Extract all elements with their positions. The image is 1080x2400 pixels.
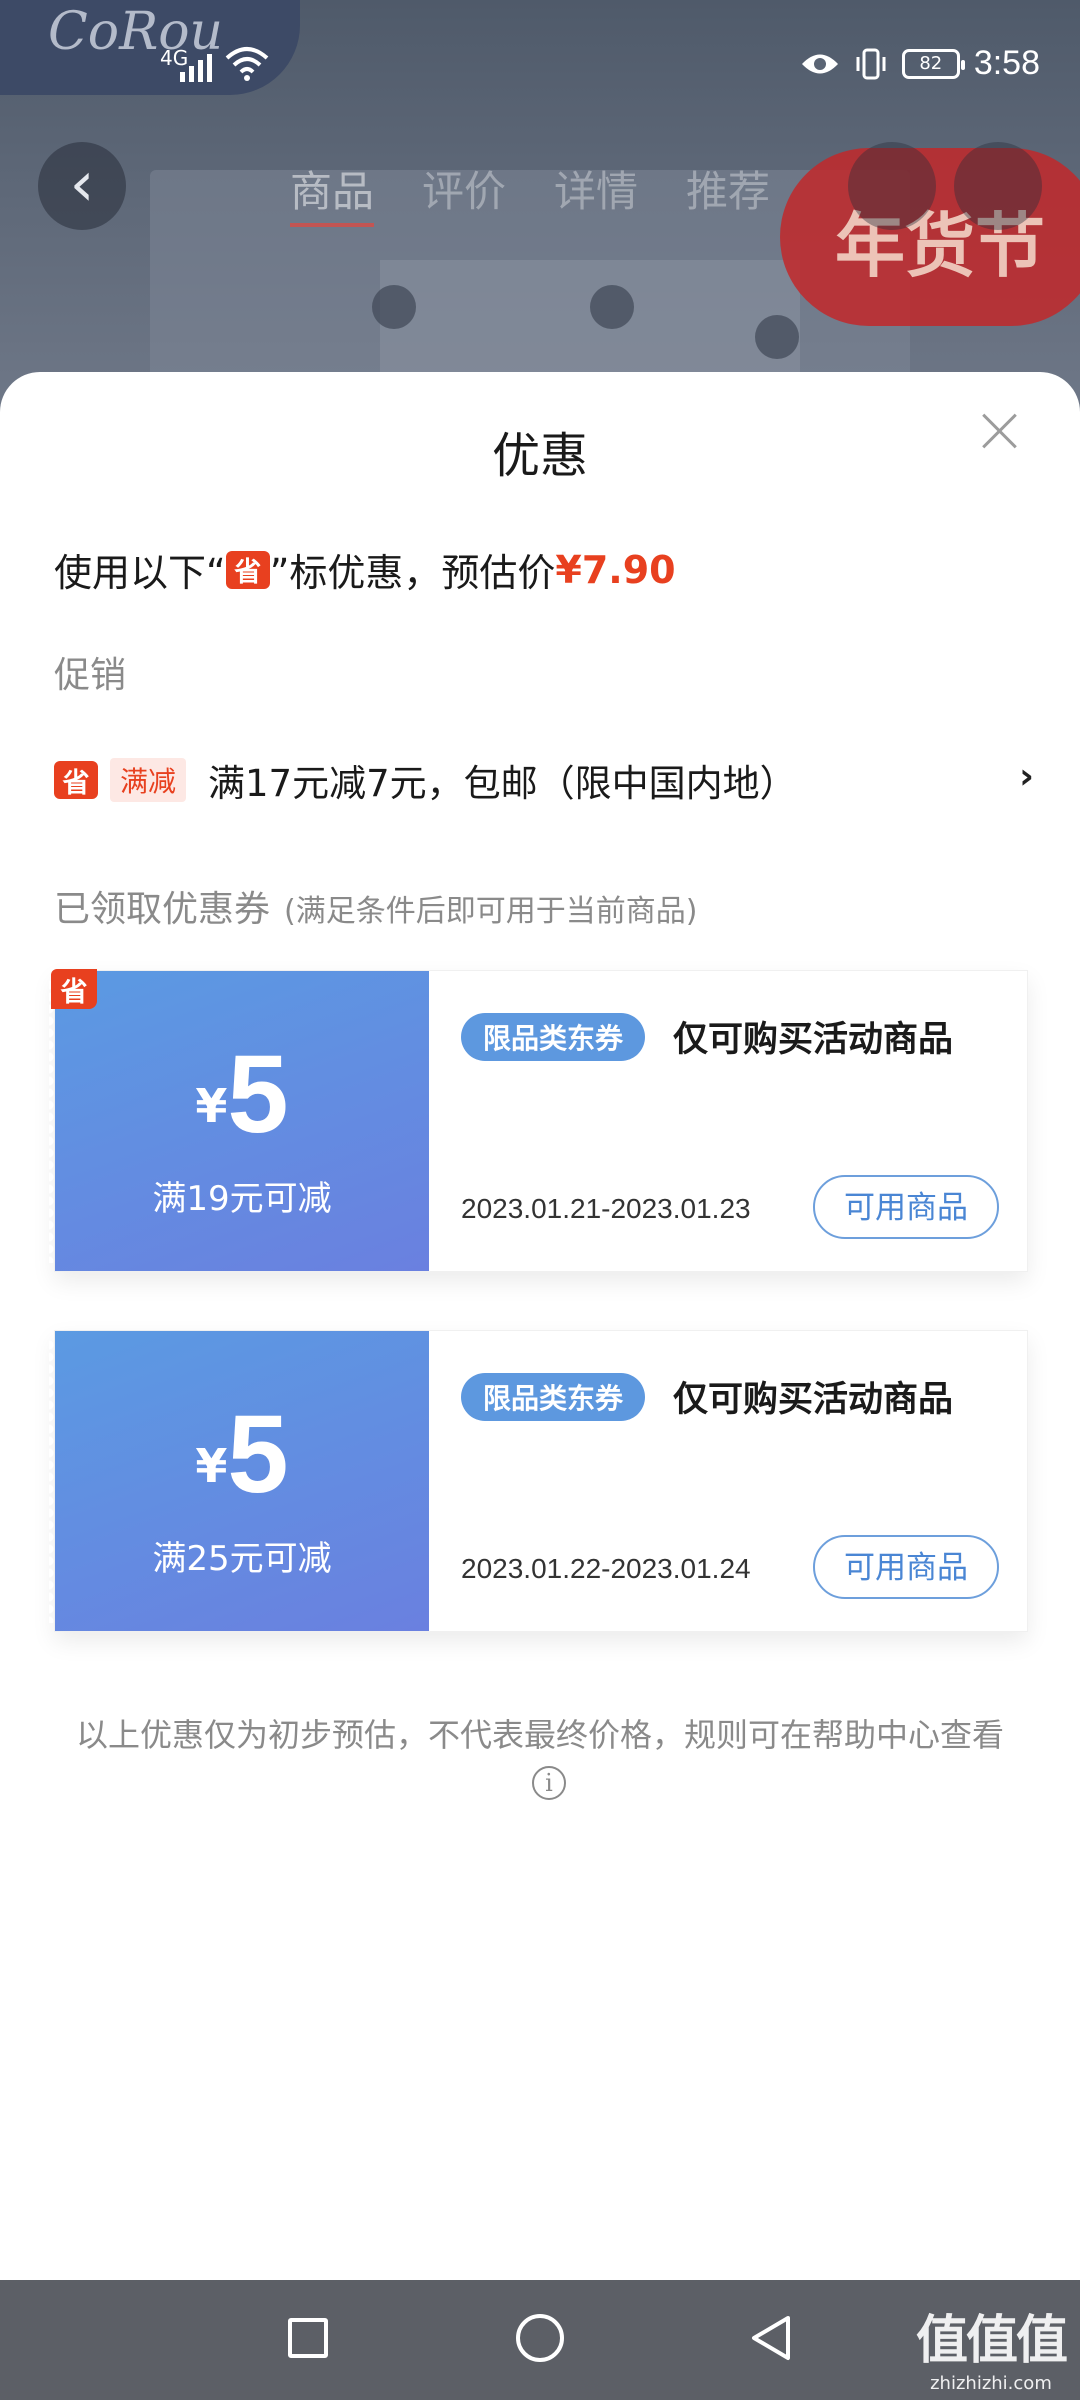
- product-tabs: 商品 评价 详情 推荐: [290, 158, 770, 227]
- coupon-amount: ¥5: [55, 1031, 429, 1158]
- discount-sheet: 优惠 使用以下“ 省 ”标优惠，预估价 ¥7.90 促销 省 满减 满17元减7…: [0, 372, 1080, 2280]
- save-badge-icon: 省: [54, 761, 98, 799]
- save-badge-icon: 省: [51, 969, 97, 1009]
- coupon-section-label: 已领取优惠券: [54, 889, 271, 930]
- watermark-url: zhizhizhi.com: [930, 2373, 1052, 2394]
- eye-icon: [801, 54, 838, 73]
- coupon-condition: 满19元可减: [152, 1179, 332, 1219]
- promo-section-label: 促销: [54, 655, 127, 696]
- coupon-section-header: 已领取优惠券 (满足条件后即可用于当前商品): [54, 880, 697, 932]
- close-icon[interactable]: [974, 406, 1024, 456]
- coupon-value: 5: [227, 1393, 289, 1516]
- coupon-section-sublabel: (满足条件后即可用于当前商品): [284, 894, 698, 929]
- yen-symbol: ¥: [195, 1079, 228, 1133]
- battery-level: 82: [919, 53, 943, 74]
- coupon-card: ¥5 满19元可减 省 仅可购买活动商品 限品类东券 2023.01.21-20…: [49, 969, 1028, 1272]
- product-image-dot: [372, 285, 416, 329]
- estimated-price: ¥7.90: [555, 547, 676, 592]
- coupon-condition: 满25元可减: [152, 1539, 332, 1579]
- promo-item[interactable]: 省 满减 满17元减7元，包邮（限中国内地） ›: [54, 750, 1034, 810]
- tab-reviews[interactable]: 评价: [422, 158, 506, 227]
- product-image-shape: [380, 260, 800, 380]
- sheet-title: 优惠: [491, 428, 588, 484]
- clock: 3:58: [973, 44, 1040, 82]
- coupon-card: ¥5 满25元可减 仅可购买活动商品 限品类东券 2023.01.22-2023…: [49, 1330, 1028, 1632]
- recent-apps-button[interactable]: [288, 2318, 328, 2358]
- tab-details[interactable]: 详情: [554, 158, 638, 227]
- coupon-type-tag: 限品类东券: [461, 1373, 646, 1421]
- product-image-dot: [590, 285, 634, 329]
- applicable-goods-button[interactable]: 可用商品: [813, 1175, 999, 1239]
- disclaimer-text: 以上优惠仅为初步预估，不代表最终价格，规则可在帮助中心查看: [75, 1716, 1004, 1754]
- chevron-right-icon[interactable]: ›: [1019, 756, 1034, 797]
- status-bar: 4G 82 3:58: [0, 0, 1080, 130]
- estimate-suffix: ”标优惠，预估价: [269, 551, 556, 595]
- yen-symbol: ¥: [195, 1439, 228, 1493]
- coupon-amount-panel: ¥5 满25元可减: [49, 1331, 429, 1631]
- back-triangle-icon[interactable]: [748, 2314, 794, 2362]
- applicable-goods-button[interactable]: 可用商品: [813, 1535, 999, 1599]
- info-icon[interactable]: i: [532, 1766, 566, 1800]
- coupon-value: 5: [227, 1033, 289, 1156]
- signal-icon: [180, 50, 212, 82]
- estimate-line: 使用以下“ 省 ”标优惠，预估价 ¥7.90: [54, 542, 676, 597]
- full-reduction-tag: 满减: [110, 758, 187, 802]
- tab-recommend[interactable]: 推荐: [686, 158, 770, 227]
- home-button[interactable]: [516, 2314, 564, 2362]
- watermark-logo: 值值值: [915, 2311, 1068, 2371]
- save-badge-icon: 省: [225, 550, 270, 589]
- system-nav-bar: 值值值 zhizhizhi.com: [0, 2280, 1080, 2400]
- product-image-dot: [755, 315, 799, 359]
- cart-button[interactable]: [848, 142, 936, 230]
- coupon-validity: 2023.01.22-2023.01.24: [461, 1553, 751, 1584]
- battery-icon: 82: [901, 48, 965, 79]
- vibrate-icon: [856, 48, 886, 79]
- coupon-amount: ¥5: [55, 1391, 429, 1518]
- coupon-validity: 2023.01.21-2023.01.23: [461, 1193, 751, 1224]
- estimate-prefix: 使用以下“: [54, 551, 226, 595]
- wifi-icon: [225, 47, 269, 81]
- watermark: 值值值 zhizhizhi.com: [915, 2298, 1068, 2394]
- coupon-amount-panel: ¥5 满19元可减: [49, 971, 429, 1271]
- back-button[interactable]: ‹: [38, 142, 126, 230]
- tab-goods[interactable]: 商品: [290, 158, 375, 227]
- share-button[interactable]: [954, 142, 1042, 230]
- disclaimer: 以上优惠仅为初步预估，不代表最终价格，规则可在帮助中心查看 i: [60, 1712, 1020, 1804]
- coupon-type-tag: 限品类东券: [461, 1013, 646, 1061]
- promo-text: 满17元减7元，包邮（限中国内地）: [208, 762, 797, 805]
